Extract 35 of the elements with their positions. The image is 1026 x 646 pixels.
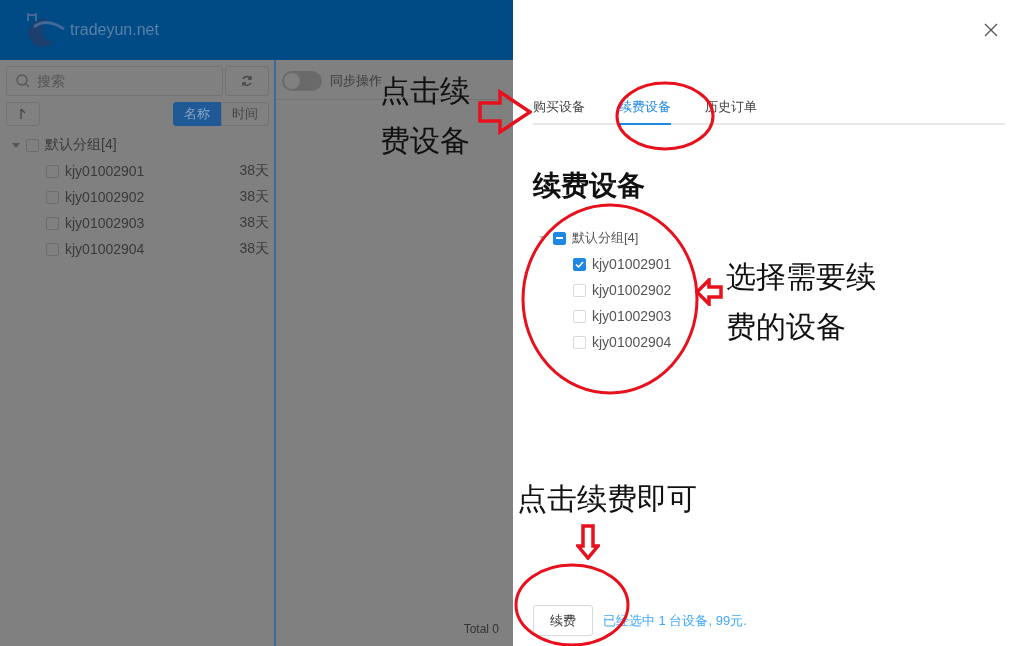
checkbox[interactable] <box>553 231 566 245</box>
caret-icon[interactable] <box>12 142 20 148</box>
refresh-button[interactable] <box>225 66 269 96</box>
checkbox[interactable] <box>573 257 586 271</box>
days-remaining: 38天 <box>239 188 269 206</box>
annotation-text: 选择需要续费的设备 <box>726 259 877 345</box>
sort-button[interactable] <box>6 102 40 126</box>
section-heading: 续费设备 <box>533 169 646 203</box>
group-label: 默认分组[4] <box>572 229 639 247</box>
device-label: kjy01002904 <box>592 334 672 350</box>
sort-icon <box>19 108 27 120</box>
logo-text: tradeyun.net <box>70 21 159 39</box>
annotation-arrow <box>478 89 532 135</box>
sync-label: 同步操作 <box>330 72 382 90</box>
search-icon <box>16 74 30 88</box>
annotation-text: 点击续费即可 <box>517 481 698 517</box>
device-label: kjy01002903 <box>592 308 672 324</box>
device-label: kjy01002902 <box>65 189 145 205</box>
days-remaining: 38天 <box>239 214 269 232</box>
device-label: kjy01002901 <box>65 163 145 179</box>
days-remaining: 38天 <box>239 162 269 180</box>
device-label: kjy01002903 <box>65 215 145 231</box>
group-label: 默认分组[4] <box>45 136 117 154</box>
annotation-arrow <box>576 524 600 560</box>
days-remaining: 38天 <box>239 240 269 258</box>
renew-button[interactable]: 续费 <box>533 605 593 636</box>
annotation-arrow <box>695 278 723 306</box>
device-label: kjy01002901 <box>592 256 672 272</box>
tab[interactable]: 购买设备 <box>533 98 585 125</box>
device-label: kjy01002904 <box>65 241 145 257</box>
annotation-text: 点击续费设备 <box>380 73 471 159</box>
refresh-icon <box>241 75 253 87</box>
close-icon <box>984 22 998 37</box>
total-count: Total 0 <box>463 622 499 636</box>
device-label: kjy01002902 <box>592 282 672 298</box>
